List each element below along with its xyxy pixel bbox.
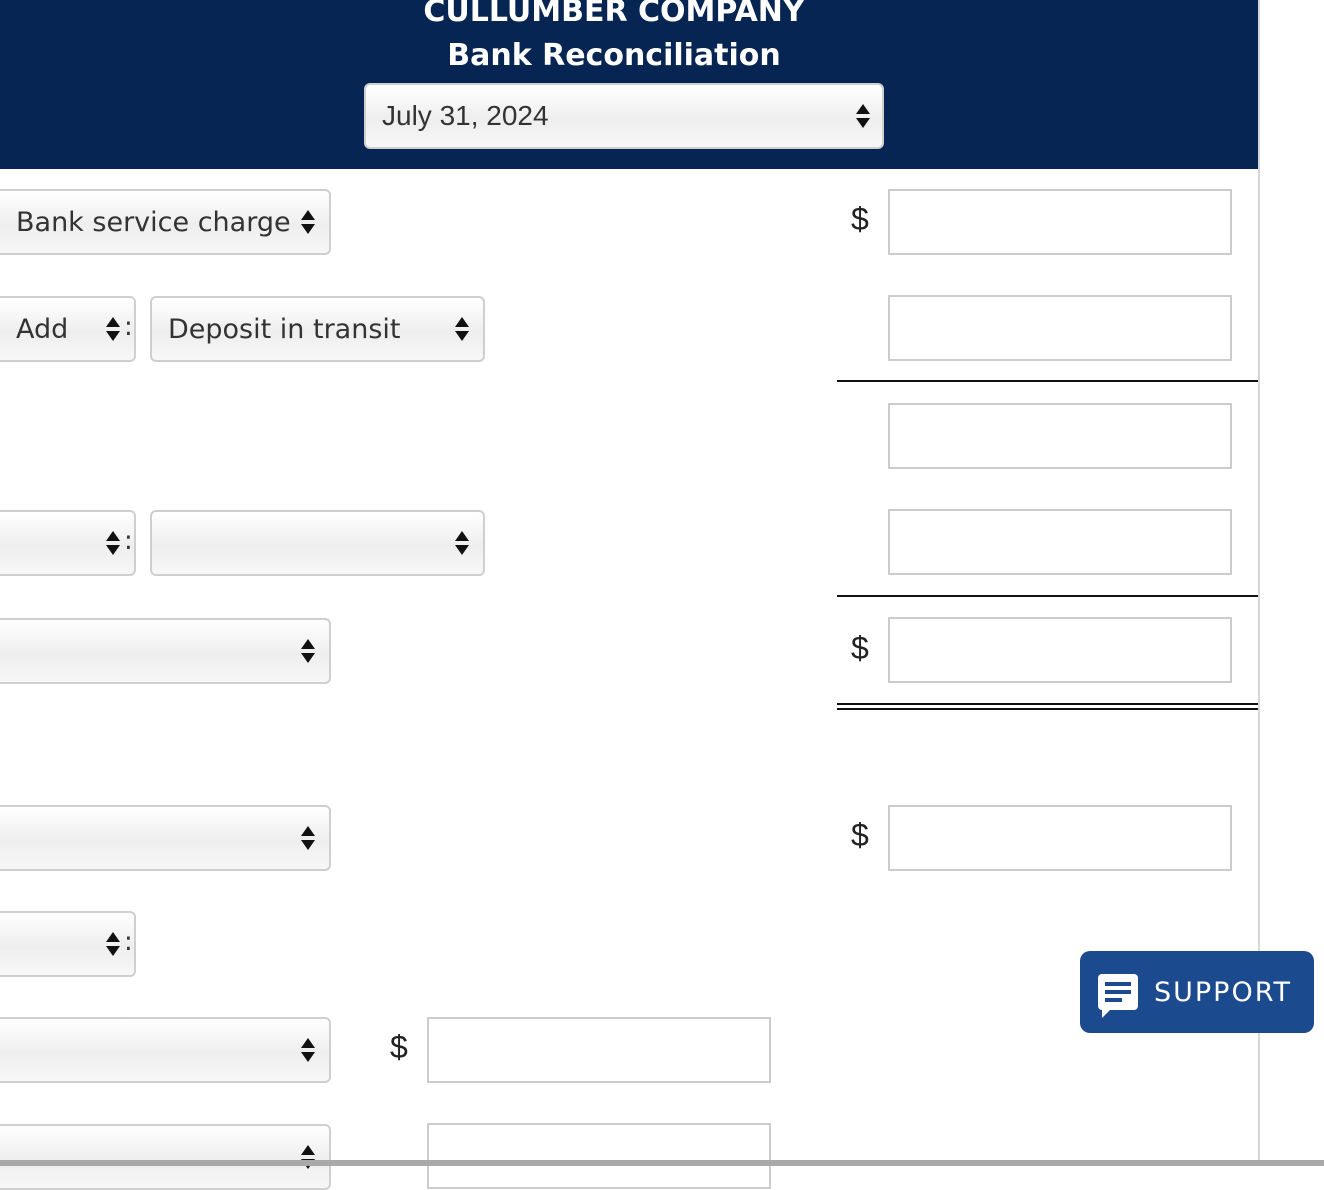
colon-separator: : — [124, 526, 133, 556]
row9-amount-input[interactable] — [427, 1123, 771, 1189]
row2-item-select[interactable]: Deposit in transit — [150, 296, 485, 362]
row5-total-input[interactable] — [888, 617, 1232, 683]
select-arrows-icon — [106, 317, 120, 341]
row7-operation-select[interactable] — [0, 911, 136, 977]
company-name: CULLUMBER COMPANY — [423, 0, 805, 29]
double-rule-top — [837, 703, 1258, 705]
row8-amount-input[interactable] — [427, 1017, 771, 1083]
select-arrows-icon — [106, 531, 120, 555]
select-arrows-icon — [301, 826, 315, 850]
row4-amount-input[interactable] — [888, 509, 1232, 575]
chat-icon — [1098, 974, 1138, 1018]
row2-item-value: Deposit in transit — [168, 313, 401, 345]
double-rule-bottom — [837, 708, 1258, 710]
statement-header: CULLUMBER COMPANY Bank Reconciliation Ju… — [0, 0, 1258, 169]
date-select[interactable]: July 31, 2024 — [364, 83, 884, 149]
select-arrows-icon — [455, 317, 469, 341]
currency-symbol: $ — [851, 817, 869, 853]
horizontal-scrollbar[interactable] — [0, 1160, 1324, 1166]
select-arrows-icon — [455, 531, 469, 555]
select-arrows-icon — [301, 639, 315, 663]
row5-description-select[interactable] — [0, 618, 331, 684]
row4-item-select[interactable] — [150, 510, 485, 576]
currency-symbol: $ — [851, 201, 869, 237]
subtotal-rule — [837, 595, 1258, 597]
row6-amount-input[interactable] — [888, 805, 1232, 871]
row6-description-select[interactable] — [0, 805, 331, 871]
row1-amount-input[interactable] — [888, 189, 1232, 255]
row2-operation-value: Add — [16, 313, 69, 345]
row9-description-select[interactable] — [0, 1124, 331, 1190]
select-arrows-icon — [106, 932, 120, 956]
date-select-value: July 31, 2024 — [382, 100, 549, 131]
row1-description-value: Bank service charge — [16, 206, 291, 238]
row2-amount-input[interactable] — [888, 295, 1232, 361]
row8-description-select[interactable] — [0, 1017, 331, 1083]
support-button[interactable]: SUPPORT — [1080, 951, 1314, 1033]
support-label: SUPPORT — [1154, 976, 1293, 1008]
colon-separator: : — [124, 927, 133, 957]
currency-symbol: $ — [851, 630, 869, 666]
row2-operation-select[interactable]: Add — [0, 296, 136, 362]
currency-symbol: $ — [390, 1029, 408, 1065]
row3-amount-input[interactable] — [888, 403, 1232, 469]
colon-separator: : — [124, 312, 133, 342]
row4-operation-select[interactable] — [0, 510, 136, 576]
select-arrows-icon — [856, 104, 870, 128]
statement-title: Bank Reconciliation — [447, 38, 781, 73]
select-arrows-icon — [301, 210, 315, 234]
subtotal-rule — [837, 380, 1258, 382]
row1-description-select[interactable]: Bank service charge — [0, 189, 331, 255]
select-arrows-icon — [301, 1038, 315, 1062]
